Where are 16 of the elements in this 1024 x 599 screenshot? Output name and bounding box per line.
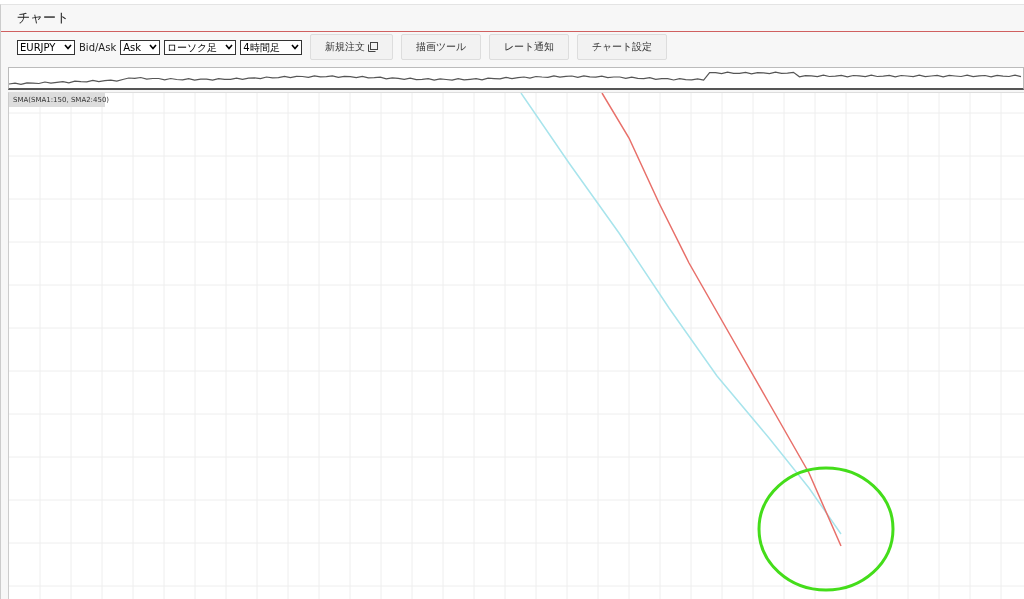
chart-type-select[interactable]: ローソク足	[164, 39, 237, 55]
side-select[interactable]: Ask	[120, 39, 161, 55]
symbol-select[interactable]: EURJPY	[17, 39, 75, 55]
window-icon	[368, 42, 379, 52]
caret-icon	[225, 44, 234, 50]
caret-icon	[291, 44, 300, 50]
toolbar-button[interactable]: レート通知	[489, 34, 570, 60]
caret-icon	[64, 44, 72, 50]
toolbar-button[interactable]: 新規注文	[310, 34, 394, 60]
toolbar-button[interactable]: チャート設定	[577, 34, 668, 60]
panel-title: チャート	[17, 9, 69, 27]
toolbar-button[interactable]: 描画ツール	[401, 34, 482, 60]
timeframe-select[interactable]: 4時間足	[240, 39, 303, 55]
caret-icon	[149, 44, 158, 50]
bid-ask-label: Bid/Ask	[79, 41, 117, 53]
overview-chart[interactable]	[8, 67, 1024, 90]
